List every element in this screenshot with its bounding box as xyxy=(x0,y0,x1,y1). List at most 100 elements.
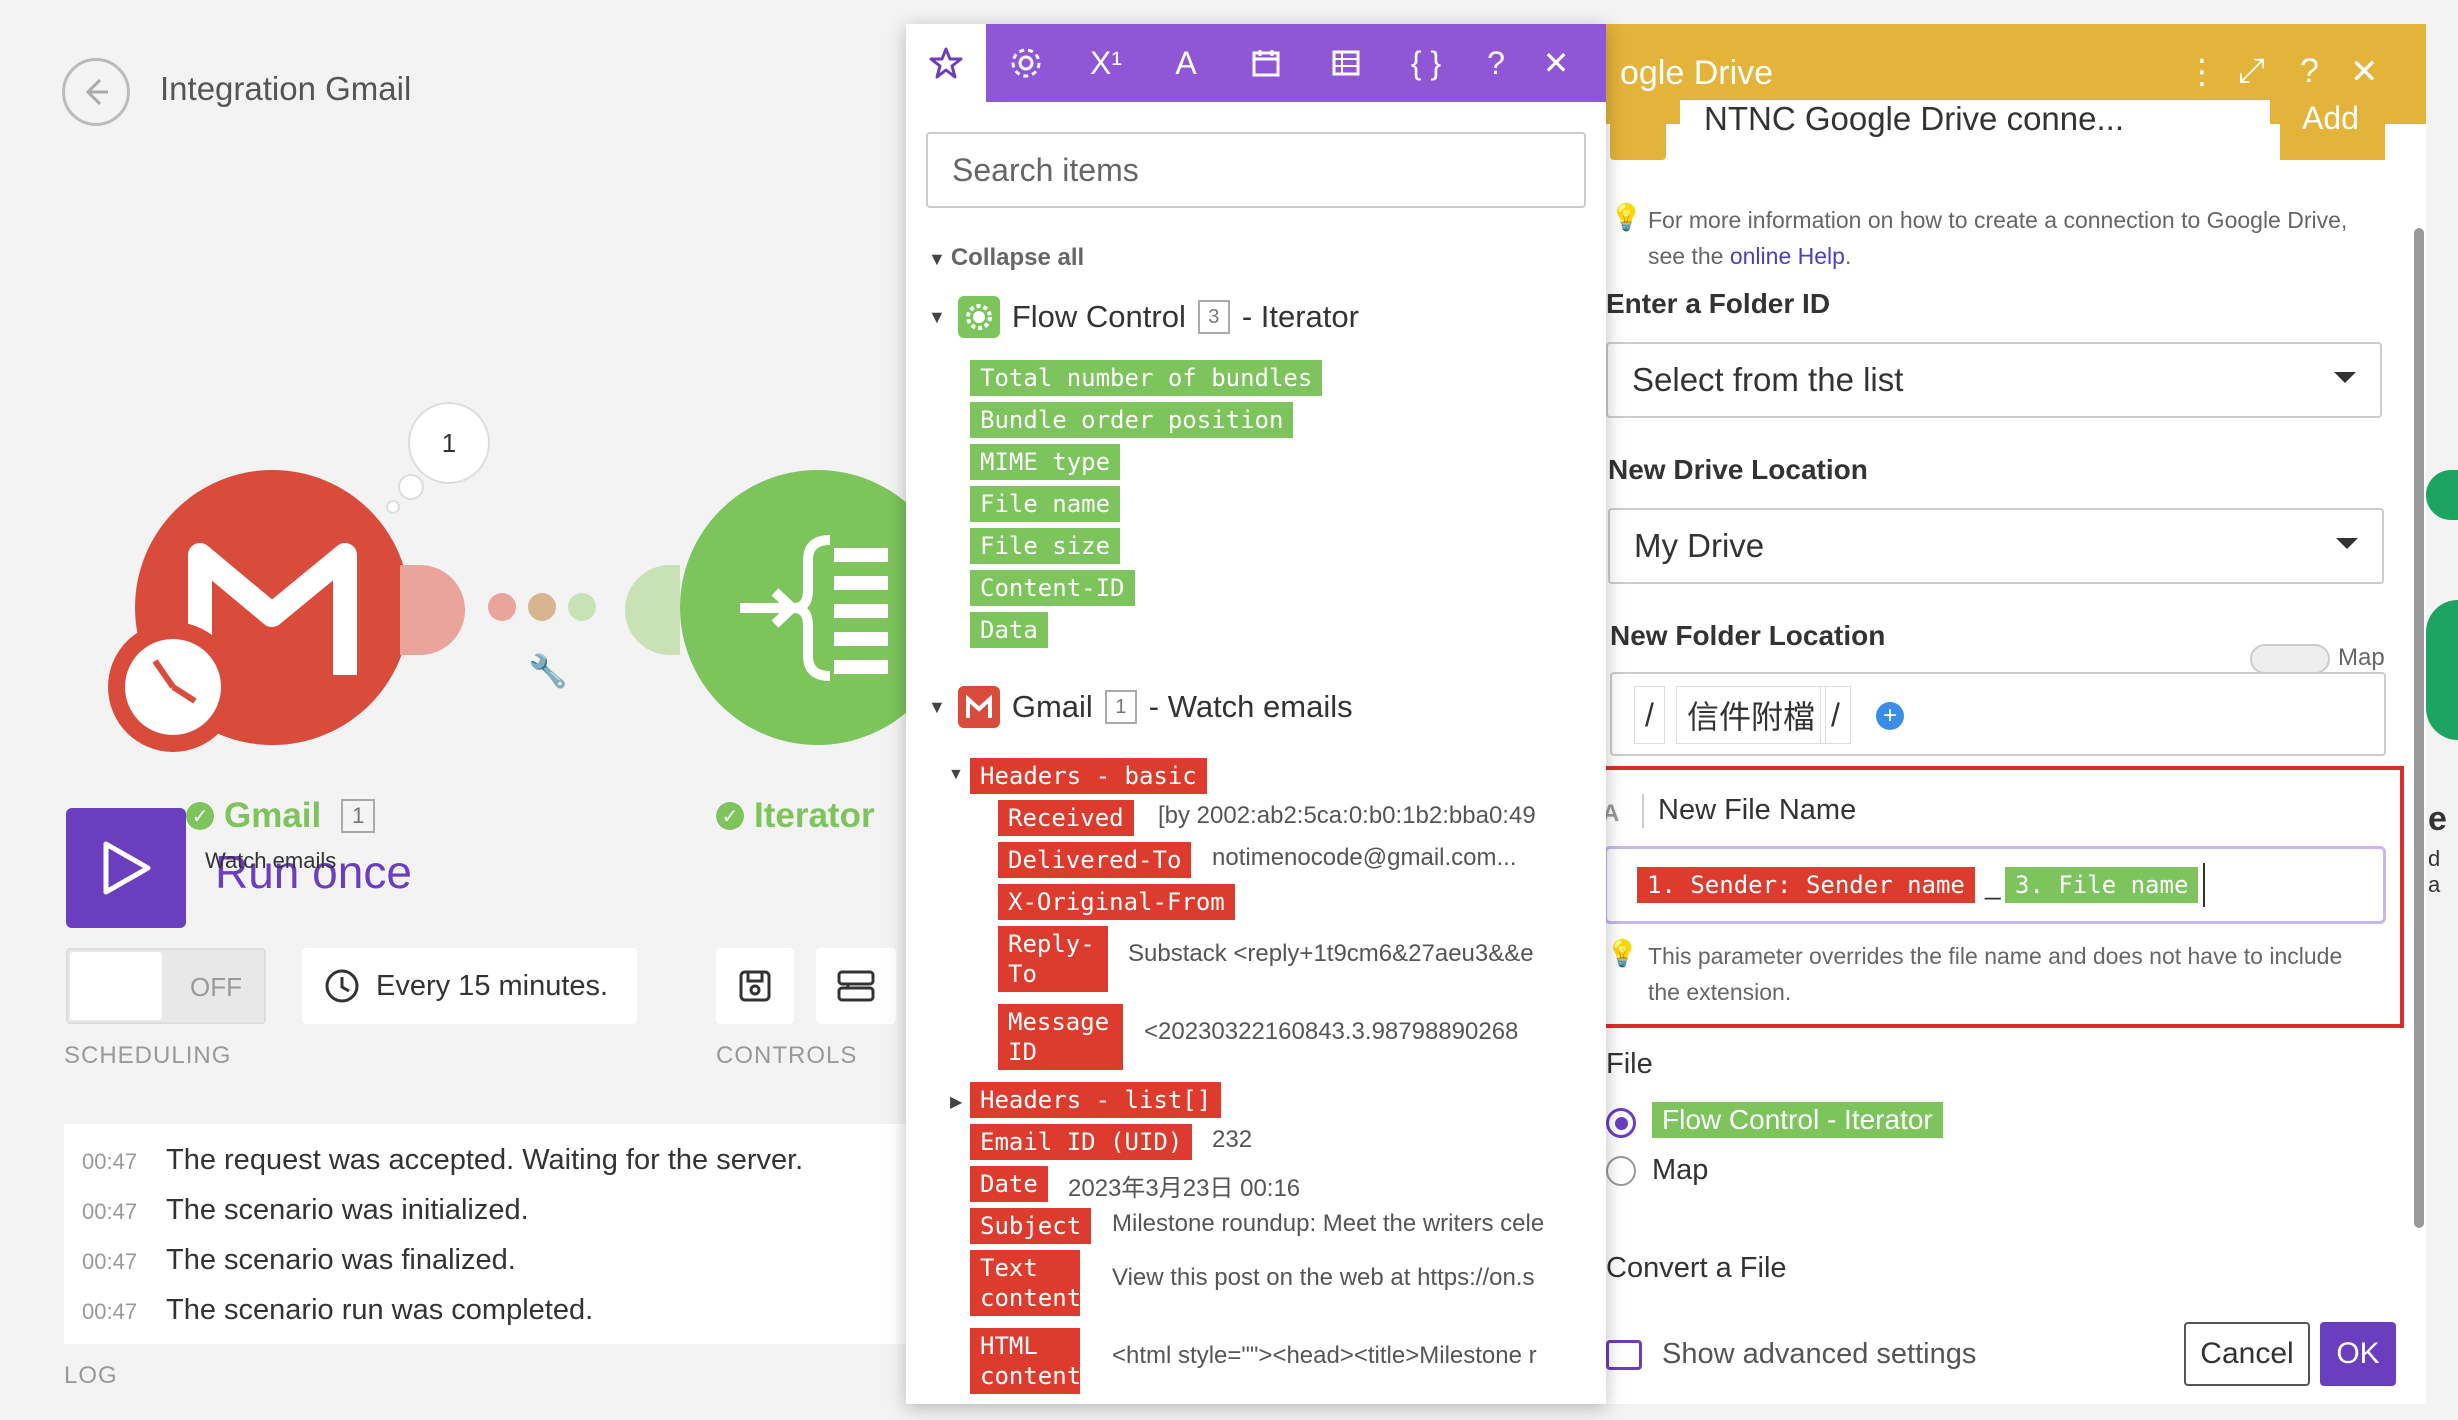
text-content-key[interactable]: Text content xyxy=(970,1250,1081,1316)
sender-name-token[interactable]: 1. Sender: Sender name xyxy=(1637,867,1975,903)
date-key[interactable]: Date xyxy=(970,1166,1048,1202)
gmail-module-label: ✓ Gmail 1 xyxy=(186,796,376,836)
flow-item[interactable]: Content-ID xyxy=(970,570,1135,606)
flow-item[interactable]: Data xyxy=(970,612,1048,648)
iterator-module-label: ✓ Iterator xyxy=(716,796,875,836)
file-name-input[interactable]: 1. Sender: Sender name _ 3. File name xyxy=(1604,846,2386,924)
help-icon[interactable]: ? xyxy=(1466,24,1526,102)
online-help-link[interactable]: online Help xyxy=(1730,243,1845,269)
flow-control-title: Flow Control xyxy=(1011,299,1186,334)
map-toggle[interactable] xyxy=(2250,644,2330,674)
ok-button[interactable]: OK xyxy=(2320,1322,2396,1386)
gmail-group[interactable]: ▼ Gmail 1 - Watch emails xyxy=(928,686,1353,728)
log-panel: 00:47 The request was accepted. Waiting … xyxy=(64,1124,924,1344)
field-value: notimenocode@gmail.com... xyxy=(1212,844,1517,871)
file-radio-iterator[interactable] xyxy=(1606,1108,1636,1138)
gmail-module-subtitle: Watch emails xyxy=(205,848,337,873)
braces-icon[interactable]: { } xyxy=(1386,24,1466,102)
flow-item[interactable]: Bundle order position xyxy=(970,402,1294,438)
drive-location-select[interactable]: My Drive xyxy=(1608,508,2384,584)
log-text: The scenario was initialized. xyxy=(166,1194,529,1226)
sheets-module-edge xyxy=(2426,600,2458,740)
save-icon xyxy=(739,970,771,1002)
file-label: File xyxy=(1606,1048,1653,1080)
schedule-interval-text: Every 15 minutes. xyxy=(376,969,609,1002)
cancel-button[interactable]: Cancel xyxy=(2184,1322,2310,1386)
mapping-toolbar: X¹ A { } ? ✕ xyxy=(906,24,1606,102)
table-icon[interactable] xyxy=(1306,24,1386,102)
help-icon[interactable]: ? xyxy=(2300,52,2319,91)
search-items-input[interactable]: Search items xyxy=(926,132,1586,208)
settings-panel-icon xyxy=(837,970,875,1002)
log-text: The request was accepted. Waiting for th… xyxy=(166,1144,804,1176)
more-icon[interactable]: ⋮ xyxy=(2185,52,2219,92)
advanced-settings-checkbox[interactable] xyxy=(1606,1340,1642,1370)
schedule-interval-button[interactable]: Every 15 minutes. xyxy=(302,948,637,1024)
flow-item[interactable]: MIME type xyxy=(970,444,1121,480)
flow-control-gear-icon xyxy=(957,296,1000,338)
run-once-button[interactable] xyxy=(66,808,186,928)
connection-select[interactable]: NTNC Google Drive conne... xyxy=(1680,100,2270,160)
scenario-title: Integration Gmail xyxy=(160,70,412,107)
field-key[interactable]: Message ID xyxy=(998,1004,1123,1070)
gmail-icon xyxy=(957,686,1000,728)
text-cursor xyxy=(2203,863,2205,907)
field-key[interactable]: Reply-To xyxy=(998,926,1108,992)
folder-location-label: New Folder Location xyxy=(1610,620,1886,651)
path-folder[interactable]: 信件附檔 xyxy=(1676,686,1827,744)
bubble-tail xyxy=(398,474,424,500)
folder-id-select[interactable]: Select from the list xyxy=(1606,342,2382,418)
connector-dot xyxy=(488,593,516,621)
folder-path-field[interactable]: / 信件附檔 / + xyxy=(1610,672,2386,756)
superscript-icon[interactable]: X¹ xyxy=(1066,24,1146,102)
date-value: 2023年3月23日 00:16 xyxy=(1068,1175,1301,1202)
toggle-knob[interactable] xyxy=(70,952,162,1020)
headers-basic-item[interactable]: Headers - basic xyxy=(970,758,1207,794)
close-icon[interactable]: ✕ xyxy=(2350,52,2379,92)
file-option-map[interactable]: Map xyxy=(1652,1154,1708,1187)
drive-panel-scrollbar[interactable] xyxy=(2414,228,2424,1228)
log-time: 00:47 xyxy=(82,1299,138,1324)
iterator-icon xyxy=(740,535,888,681)
file-name-token[interactable]: 3. File name xyxy=(2005,867,2199,903)
triangle-down-icon: ▼ xyxy=(928,249,951,269)
text-icon[interactable]: A xyxy=(1146,24,1226,102)
collapse-all-button[interactable]: ▼ Collapse all xyxy=(928,244,1084,272)
operation-count-bubble[interactable]: 1 xyxy=(408,402,490,484)
flow-item[interactable]: File name xyxy=(970,486,1121,522)
subject-key[interactable]: Subject xyxy=(970,1208,1092,1244)
flow-item[interactable]: Total number of bundles xyxy=(970,360,1323,396)
field-key[interactable]: Received xyxy=(998,800,1134,836)
star-icon[interactable] xyxy=(906,24,986,102)
gmail-module-name: Gmail xyxy=(224,796,322,835)
calendar-icon[interactable] xyxy=(1226,24,1306,102)
field-key[interactable]: Delivered-To xyxy=(998,842,1192,878)
log-text: The scenario was finalized. xyxy=(166,1244,516,1276)
file-radio-map[interactable] xyxy=(1606,1156,1636,1186)
flow-control-group[interactable]: ▼ Flow Control 3 - Iterator xyxy=(928,296,1359,338)
field-key[interactable]: X-Original-From xyxy=(998,884,1235,920)
triangle-right-icon[interactable]: ▶ xyxy=(950,1092,962,1112)
check-icon: ✓ xyxy=(186,802,214,830)
offscreen-label: e xyxy=(2428,800,2447,838)
advanced-settings-label[interactable]: Show advanced settings xyxy=(1662,1338,1976,1371)
back-arrow-icon[interactable] xyxy=(62,58,130,126)
lightbulb-icon: 💡 xyxy=(1606,938,1639,968)
email-id-key[interactable]: Email ID (UID) xyxy=(970,1124,1193,1160)
flow-item[interactable]: File size xyxy=(970,528,1121,564)
connection-info: For more information on how to create a … xyxy=(1648,202,2368,274)
headers-list-item[interactable]: Headers - list[] xyxy=(970,1082,1222,1118)
close-icon[interactable]: ✕ xyxy=(1526,24,1586,102)
gear-icon[interactable] xyxy=(986,24,1066,102)
wrench-icon[interactable]: 🔧 xyxy=(528,652,568,690)
file-option-iterator[interactable]: Flow Control - Iterator xyxy=(1652,1102,1943,1138)
triangle-down-icon[interactable]: ▼ xyxy=(948,766,964,784)
save-button[interactable] xyxy=(716,948,794,1024)
add-connection-button[interactable]: Add xyxy=(2280,100,2385,160)
scenario-settings-button[interactable] xyxy=(816,948,896,1024)
html-content-key[interactable]: HTML content xyxy=(970,1328,1081,1394)
chevron-down-icon xyxy=(2334,372,2356,383)
expand-icon[interactable]: ⤢ xyxy=(2238,52,2265,91)
add-folder-icon[interactable]: + xyxy=(1876,702,1904,730)
google-drive-module-panel: ogle Drive ⋮ ⤢ ? ✕ NTNC Google Drive con… xyxy=(1600,24,2426,1404)
